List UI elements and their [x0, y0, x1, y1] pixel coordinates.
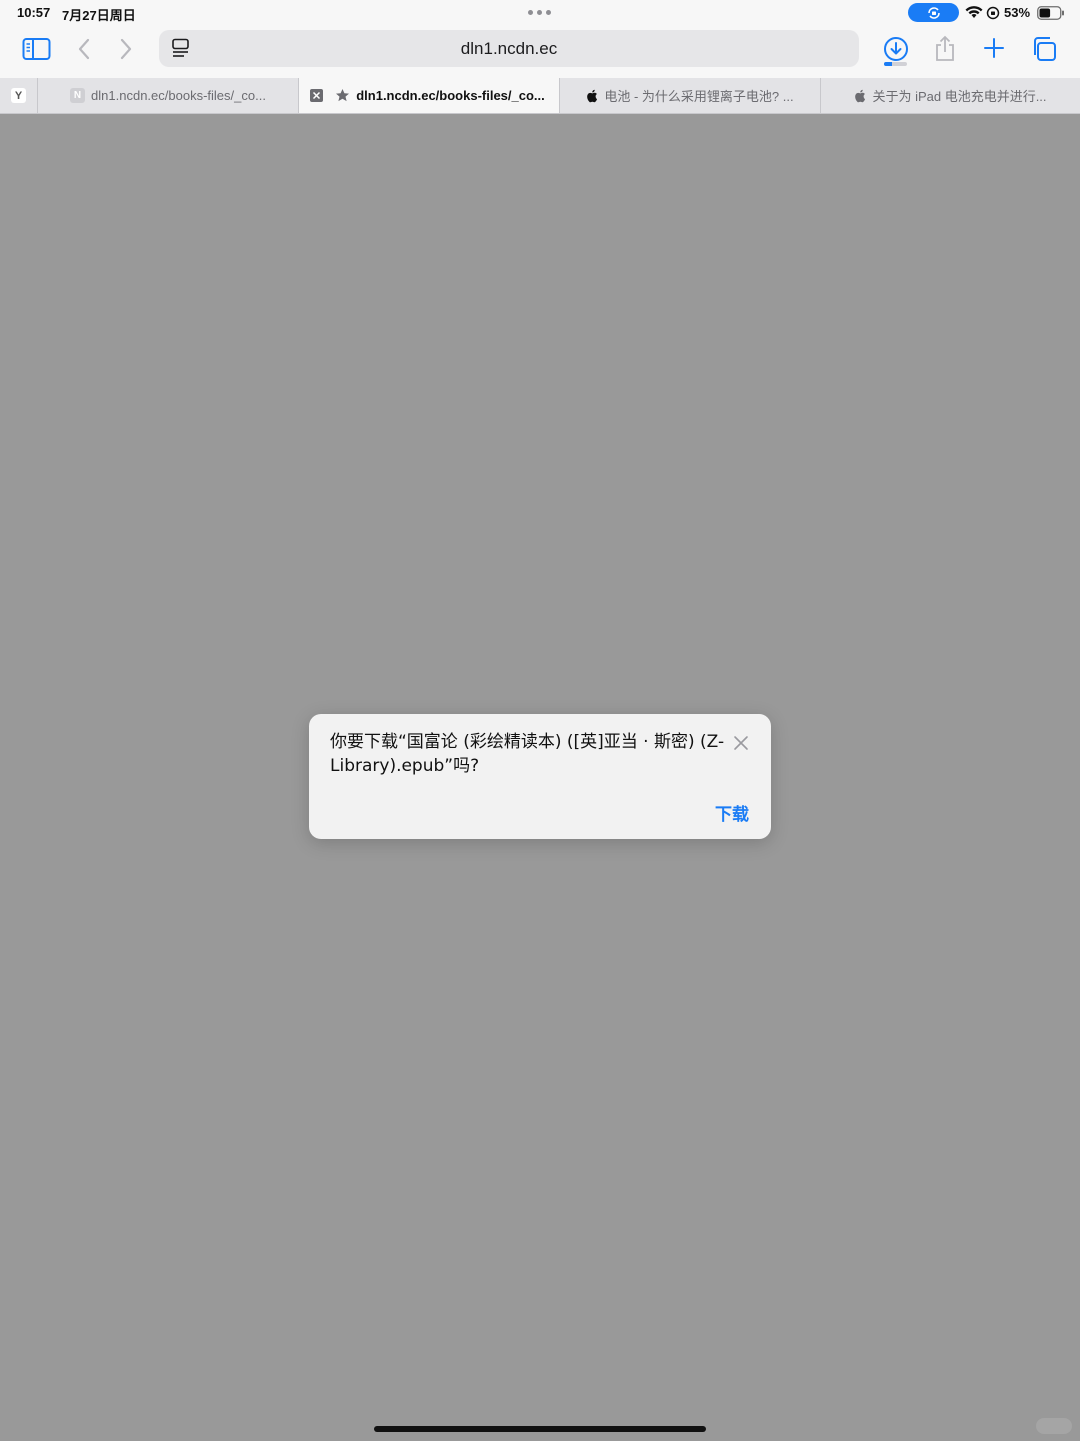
close-tab-button[interactable]	[310, 89, 323, 102]
new-tab-button[interactable]	[983, 37, 1005, 59]
dialog-message: 你要下载“国富论 (彩绘精读本) ([英]亚当 · 斯密) (Z-Library…	[330, 732, 725, 776]
tab-favicon-n: N	[70, 88, 86, 103]
dialog-close-button[interactable]	[732, 734, 750, 752]
forward-button[interactable]	[118, 37, 134, 61]
tab-title: dln1.ncdn.ec/books-files/_co...	[356, 88, 545, 103]
sidebar-icon	[22, 38, 51, 60]
status-time: 10:57	[17, 5, 51, 20]
download-icon	[884, 37, 908, 61]
plus-icon	[984, 38, 1004, 58]
multitasking-dots-icon[interactable]	[528, 10, 551, 15]
tab-1[interactable]: N dln1.ncdn.ec/books-files/_co...	[38, 78, 299, 113]
rotation-lock-icon	[927, 6, 940, 19]
wifi-icon	[965, 6, 983, 18]
back-button[interactable]	[76, 37, 92, 61]
tabs-icon	[1034, 37, 1056, 61]
tab-2-active[interactable]: dln1.ncdn.ec/books-files/_co...	[299, 78, 560, 113]
tab-title: 电池 - 为什么采用锂离子电池? ...	[604, 89, 794, 104]
browser-toolbar: dln1.ncdn.ec	[0, 28, 1080, 78]
tab-bar: Y N dln1.ncdn.ec/books-files/_co... dln1…	[0, 78, 1080, 114]
address-text[interactable]: dln1.ncdn.ec	[159, 39, 859, 59]
pinned-tab[interactable]: Y	[0, 78, 38, 113]
sidebar-toggle-button[interactable]	[22, 37, 52, 61]
tab-title: dln1.ncdn.ec/books-files/_co...	[91, 88, 266, 103]
download-progress-bar	[884, 62, 907, 66]
home-indicator[interactable]	[374, 1426, 706, 1432]
chevron-left-icon	[78, 38, 90, 60]
status-bar: 10:57 7月27日周日 53%	[0, 0, 1080, 28]
status-date: 7月27日周日	[62, 8, 136, 23]
screen-mirroring-pill[interactable]	[908, 3, 959, 22]
tab-title: 关于为 iPad 电池充电并进行...	[872, 89, 1047, 104]
tab-3[interactable]: 电池 - 为什么采用锂离子电池? ...	[560, 78, 821, 113]
apple-icon	[587, 89, 598, 102]
watermark	[1036, 1418, 1072, 1434]
orientation-lock-icon	[986, 6, 1000, 20]
close-icon	[734, 736, 748, 750]
tab-overview-button[interactable]	[1031, 36, 1057, 62]
address-bar[interactable]: dln1.ncdn.ec	[159, 30, 859, 67]
star-icon	[336, 89, 350, 102]
download-dialog: 你要下载“国富论 (彩绘精读本) ([英]亚当 · 斯密) (Z-Library…	[309, 714, 771, 839]
close-icon	[312, 91, 321, 100]
tab-4[interactable]: 关于为 iPad 电池充电并进行...	[821, 78, 1080, 113]
battery-percent: 53%	[1004, 5, 1031, 20]
chevron-right-icon	[120, 38, 132, 60]
download-button[interactable]: 下载	[715, 800, 749, 825]
share-icon	[936, 35, 954, 61]
downloads-button[interactable]	[883, 36, 909, 62]
battery-icon	[1037, 6, 1064, 20]
share-button[interactable]	[933, 35, 957, 63]
pinned-tab-favicon: Y	[11, 88, 26, 103]
apple-icon	[855, 89, 866, 102]
